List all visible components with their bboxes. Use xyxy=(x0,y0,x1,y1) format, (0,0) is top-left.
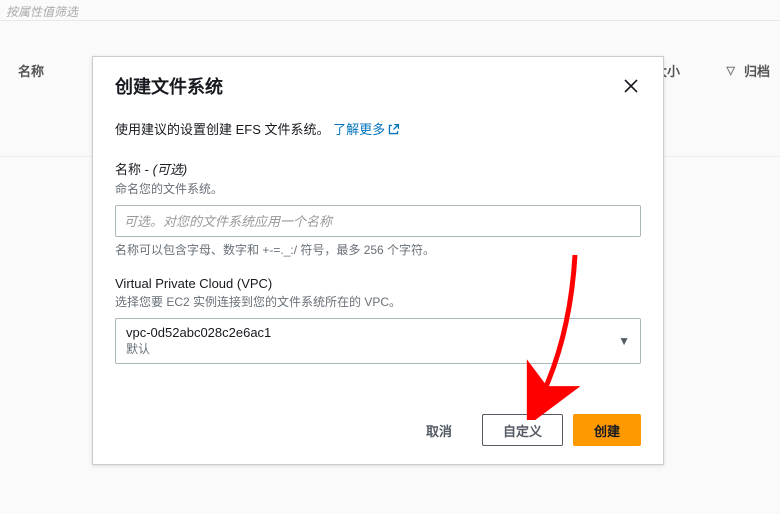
modal-title: 创建文件系统 xyxy=(115,73,223,99)
vpc-field-group: Virtual Private Cloud (VPC) 选择您要 EC2 实例连… xyxy=(115,276,641,364)
name-field-group: 名称 - (可选) 命名您的文件系统。 名称可以包含字母、数字和 +-=._:/… xyxy=(115,159,641,258)
vpc-hint: 选择您要 EC2 实例连接到您的文件系统所在的 VPC。 xyxy=(115,293,641,310)
col-size-caret: ▽ xyxy=(727,64,735,77)
learn-more-link[interactable]: 了解更多 xyxy=(333,122,400,137)
external-link-icon xyxy=(387,123,400,139)
create-button[interactable]: 创建 xyxy=(573,414,641,446)
intro-text: 使用建议的设置创建 EFS 文件系统。 了解更多 xyxy=(115,119,641,139)
vpc-label: Virtual Private Cloud (VPC) xyxy=(115,276,641,291)
col-archive: 归档 xyxy=(744,61,780,80)
vpc-selected-value: vpc-0d52abc028c2e6ac1 xyxy=(126,325,271,342)
vpc-select[interactable]: vpc-0d52abc028c2e6ac1 默认 ▼ xyxy=(115,318,641,364)
create-filesystem-modal: 创建文件系统 使用建议的设置创建 EFS 文件系统。 了解更多 名称 - (可选… xyxy=(92,56,664,465)
cancel-button[interactable]: 取消 xyxy=(406,414,472,446)
name-hint: 命名您的文件系统。 xyxy=(115,180,641,197)
name-input[interactable] xyxy=(115,205,641,237)
col-name: 名称 xyxy=(18,61,44,80)
vpc-selected-sub: 默认 xyxy=(126,342,271,358)
customize-button[interactable]: 自定义 xyxy=(482,414,563,446)
chevron-down-icon: ▼ xyxy=(618,334,630,348)
close-icon xyxy=(623,78,639,94)
name-label: 名称 - (可选) xyxy=(115,159,641,178)
name-help: 名称可以包含字母、数字和 +-=._:/ 符号，最多 256 个字符。 xyxy=(115,241,641,258)
close-button[interactable] xyxy=(621,76,641,96)
